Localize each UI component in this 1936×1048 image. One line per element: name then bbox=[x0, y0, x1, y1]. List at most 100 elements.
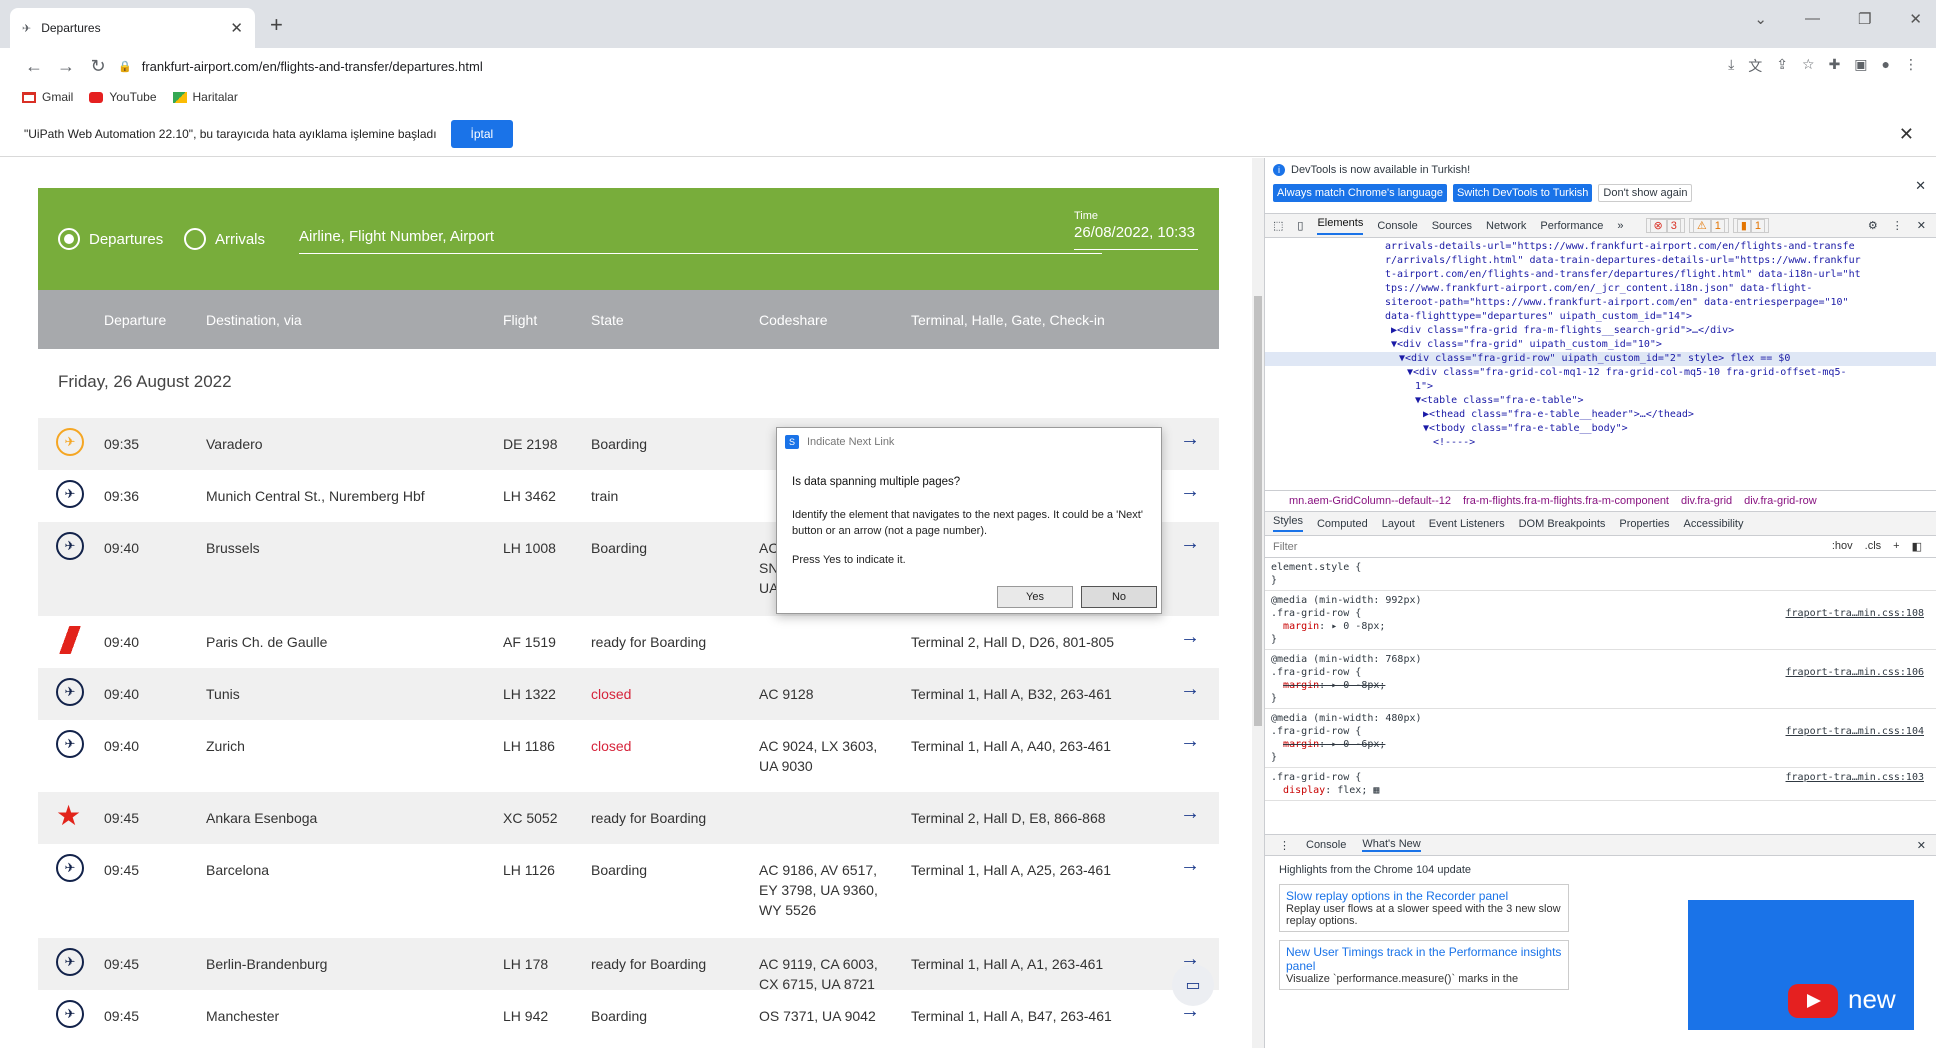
arrow-right-icon[interactable]: → bbox=[1180, 854, 1200, 877]
subtab-dom-breakpoints[interactable]: DOM Breakpoints bbox=[1519, 518, 1606, 530]
device-toolbar-icon[interactable]: ▯ bbox=[1297, 219, 1303, 232]
dom-node-line[interactable]: r/arrivals/flight.html" data-train-depar… bbox=[1265, 254, 1936, 268]
whats-new-card[interactable]: New User Timings track in the Performanc… bbox=[1279, 940, 1569, 990]
crumb[interactable]: mn.aem-GridColumn--default--12 bbox=[1289, 495, 1451, 507]
switch-to-turkish-button[interactable]: Switch DevTools to Turkish bbox=[1452, 184, 1593, 202]
bookmark-youtube[interactable]: YouTube bbox=[89, 90, 157, 104]
flight-row[interactable]: ✈ 09:40 Tunis LH 1322 closed AC 9128 Terminal … bbox=[38, 668, 1219, 720]
close-infobar-icon[interactable]: ✕ bbox=[1915, 178, 1926, 194]
hov-toggle[interactable]: :hov bbox=[1832, 540, 1853, 553]
elements-tree[interactable]: arrivals-details-url="https://www.frankf… bbox=[1265, 238, 1936, 490]
dom-node-line[interactable]: data-flighttype="departures" uipath_cust… bbox=[1265, 310, 1936, 324]
menu-icon[interactable]: ⋮ bbox=[1904, 56, 1918, 76]
inspect-icon[interactable]: ⬚ bbox=[1273, 219, 1283, 232]
flight-row[interactable]: ✈ 09:40 Zurich LH 1186 closed AC 9024, LX 360… bbox=[38, 720, 1219, 792]
arrow-right-icon[interactable]: → bbox=[1180, 626, 1200, 649]
share-icon[interactable]: ⇪ bbox=[1776, 56, 1788, 76]
tab-departures[interactable]: ✈ Departures ✕ bbox=[10, 8, 255, 48]
dom-node-line[interactable]: t-airport.com/en/flights-and-transfer/de… bbox=[1265, 268, 1936, 282]
computed-sidebar-icon[interactable]: ◧ bbox=[1912, 540, 1922, 553]
tab-elements[interactable]: Elements bbox=[1317, 217, 1364, 235]
subtab-styles[interactable]: Styles bbox=[1273, 515, 1303, 532]
dom-node-line[interactable]: ▼<div class="fra-grid-col-mq1-12 fra-gri… bbox=[1265, 366, 1936, 380]
profile-icon[interactable]: ● bbox=[1882, 56, 1890, 76]
close-drawer-icon[interactable]: ✕ bbox=[1917, 839, 1926, 852]
side-panel-icon[interactable]: ▣ bbox=[1854, 56, 1867, 76]
dont-show-again-button[interactable]: Don't show again bbox=[1598, 184, 1693, 202]
time-picker[interactable]: Time 26/08/2022, 10:33 bbox=[1074, 210, 1198, 250]
dom-node-line[interactable]: ▼<div class="fra-grid-row" uipath_custom… bbox=[1265, 352, 1936, 366]
issues-badges[interactable]: ⊗ 3 ⚠ 1 ▮ 1 bbox=[1645, 218, 1770, 233]
page-scrollbar[interactable] bbox=[1252, 158, 1264, 1048]
dom-node-line[interactable]: ▼<tbody class="fra-e-table__body"> bbox=[1265, 422, 1936, 436]
styles-filter-input[interactable]: Filter bbox=[1273, 541, 1297, 553]
tab-performance[interactable]: Performance bbox=[1540, 220, 1603, 232]
reload-icon[interactable]: ↻ bbox=[82, 56, 114, 77]
subtab-properties[interactable]: Properties bbox=[1619, 518, 1669, 530]
flight-row[interactable]: 09:40 Paris Ch. de Gaulle AF 1519 ready for… bbox=[38, 616, 1219, 668]
extensions-icon[interactable]: ✚ bbox=[1829, 56, 1841, 76]
always-match-language-button[interactable]: Always match Chrome's language bbox=[1273, 184, 1447, 202]
tab-search-icon[interactable]: ⌄ bbox=[1754, 10, 1767, 28]
flight-row[interactable]: ✈ 09:45 Berlin-Brandenburg LH 178 ready for … bbox=[38, 938, 1219, 992]
dom-node-line[interactable]: tps://www.frankfurt-airport.com/en/_jcr_… bbox=[1265, 282, 1936, 296]
whats-new-card[interactable]: Slow replay options in the Recorder pane… bbox=[1279, 884, 1569, 932]
dom-node-line[interactable]: ▼<table class="fra-e-table"> bbox=[1265, 394, 1936, 408]
devtools-menu-icon[interactable]: ⋮ bbox=[1892, 219, 1903, 232]
bookmark-gmail[interactable]: Gmail bbox=[22, 90, 73, 104]
translate-icon[interactable]: 文 bbox=[1748, 56, 1762, 76]
close-devtools-icon[interactable]: ✕ bbox=[1917, 219, 1926, 232]
dom-node-line[interactable]: ▶<thead class="fra-e-table__header">…</t… bbox=[1265, 408, 1936, 422]
flight-row[interactable]: ✈ 09:45 Barcelona LH 1126 Boarding AC 9186, A… bbox=[38, 844, 1219, 938]
arrow-right-icon[interactable]: → bbox=[1180, 428, 1200, 451]
tab-console[interactable]: Console bbox=[1377, 220, 1417, 232]
close-tab-icon[interactable]: ✕ bbox=[230, 19, 243, 37]
tab-sources[interactable]: Sources bbox=[1432, 220, 1472, 232]
flight-row[interactable]: ✈ 09:45 Manchester LH 942 Boarding OS 7371, U… bbox=[38, 990, 1219, 1042]
forward-icon[interactable]: → bbox=[50, 56, 82, 77]
yes-button[interactable]: Yes bbox=[997, 586, 1073, 608]
dom-node-line[interactable]: ▼<div class="fra-grid" uipath_custom_id=… bbox=[1265, 338, 1936, 352]
dom-node-line[interactable]: 1"> bbox=[1265, 380, 1936, 394]
bookmark-maps[interactable]: Haritalar bbox=[172, 90, 238, 104]
styles-pane[interactable]: element.style {} @media (min-width: 992p… bbox=[1265, 558, 1936, 834]
bookmark-star-icon[interactable]: ☆ bbox=[1802, 56, 1815, 76]
dom-node-line[interactable]: arrivals-details-url="https://www.frankf… bbox=[1265, 240, 1936, 254]
flight-row[interactable]: ★ 09:45 Ankara Esenboga XC 5052 ready for Bo… bbox=[38, 792, 1219, 844]
subtab-layout[interactable]: Layout bbox=[1382, 518, 1415, 530]
restore-icon[interactable]: ❐ bbox=[1858, 10, 1871, 28]
dom-node-line[interactable]: <!----> bbox=[1265, 436, 1936, 450]
no-button[interactable]: No bbox=[1081, 586, 1157, 608]
drawer-tab-console[interactable]: Console bbox=[1306, 839, 1346, 851]
crumb[interactable]: div.fra-grid-row bbox=[1744, 495, 1817, 507]
new-rule-icon[interactable]: + bbox=[1893, 540, 1899, 553]
lock-icon[interactable]: 🔒 bbox=[118, 60, 132, 73]
address-bar[interactable]: 🔒 frankfurt-airport.com/en/flights-and-t… bbox=[118, 52, 1658, 80]
whats-new-video-thumbnail[interactable]: new bbox=[1688, 900, 1914, 1030]
drawer-tab-whats-new[interactable]: What's New bbox=[1362, 838, 1421, 852]
cancel-debug-button[interactable]: İptal bbox=[450, 120, 514, 148]
subtab-accessibility[interactable]: Accessibility bbox=[1684, 518, 1744, 530]
install-icon[interactable]: ⤓ bbox=[1728, 56, 1734, 76]
radio-departures[interactable]: Departures bbox=[58, 228, 163, 250]
dom-node-line[interactable]: siteroot-path="https://www.frankfurt-air… bbox=[1265, 296, 1936, 310]
subtab-event-listeners[interactable]: Event Listeners bbox=[1429, 518, 1505, 530]
arrow-right-icon[interactable]: → bbox=[1180, 480, 1200, 503]
chat-icon[interactable]: ▭ bbox=[1172, 964, 1214, 1006]
dom-node-line[interactable]: ▶<div class="fra-grid fra-m-flights__sea… bbox=[1265, 324, 1936, 338]
arrow-right-icon[interactable]: → bbox=[1180, 730, 1200, 753]
new-tab-icon[interactable]: + bbox=[270, 12, 283, 38]
drawer-menu-icon[interactable]: ⋮ bbox=[1279, 839, 1290, 852]
crumb[interactable]: fra-m-flights.fra-m-flights.fra-m-compon… bbox=[1463, 495, 1669, 507]
minimize-icon[interactable]: — bbox=[1805, 10, 1820, 28]
flight-search-input[interactable]: Airline, Flight Number, Airport bbox=[299, 226, 1102, 254]
arrow-right-icon[interactable]: → bbox=[1180, 678, 1200, 701]
tab-network[interactable]: Network bbox=[1486, 220, 1526, 232]
arrow-right-icon[interactable]: → bbox=[1180, 532, 1200, 555]
arrow-right-icon[interactable]: → bbox=[1180, 802, 1200, 825]
close-window-icon[interactable]: ✕ bbox=[1909, 10, 1922, 28]
radio-arrivals[interactable]: Arrivals bbox=[184, 228, 265, 250]
more-tabs-icon[interactable]: » bbox=[1617, 220, 1623, 232]
settings-gear-icon[interactable]: ⚙ bbox=[1868, 219, 1878, 232]
subtab-computed[interactable]: Computed bbox=[1317, 518, 1368, 530]
